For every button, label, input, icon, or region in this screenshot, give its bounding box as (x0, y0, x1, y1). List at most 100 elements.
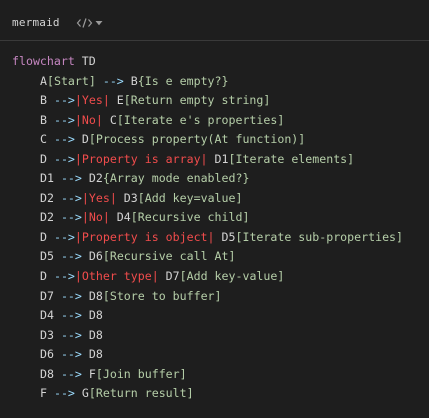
arrow-token: --> (53, 93, 75, 108)
chevron-down-icon[interactable] (95, 20, 103, 26)
arrow-token: --> (60, 327, 82, 342)
node-id-token: D5 (40, 249, 61, 264)
node-id-token: B (130, 73, 138, 88)
arrow-token: --> (60, 288, 82, 303)
node-id-token: D8 (81, 288, 103, 303)
node-id-token: F (40, 386, 54, 401)
code-block-panel: mermaid flowchart TD A[Start] --> B{Is e … (0, 0, 429, 418)
node-id-token: D8 (81, 308, 103, 323)
header-divider (0, 40, 429, 41)
node-id-token: F (81, 366, 96, 381)
node-id-token: D8 (40, 366, 61, 381)
code-line: F --> G[Return result] (12, 384, 403, 404)
node-id-token: D5 (214, 229, 236, 244)
node-id-token: D7 (158, 269, 180, 284)
code-line: D2 -->|No| D4[Recursive child] (12, 208, 403, 228)
node-id-token: D7 (40, 288, 61, 303)
arrow-token: --> (53, 229, 75, 244)
keyword-token: flowchart (12, 54, 75, 68)
node-text-token: [Iterate e's properties] (116, 112, 285, 127)
arrow-token: --> (53, 269, 75, 284)
arrow-token: --> (95, 73, 131, 88)
code-brackets-icon (76, 17, 93, 29)
arrow-token: --> (60, 210, 82, 225)
node-id-token: B (40, 93, 54, 108)
node-id-token: D8 (81, 347, 103, 362)
arrow-token: --> (60, 366, 82, 381)
node-id-token: G (74, 386, 89, 401)
code-view-toggle[interactable] (76, 14, 110, 32)
node-id-token: D1 (40, 171, 61, 186)
node-text-token: [Return result] (88, 386, 194, 401)
node-id-token: D (40, 269, 54, 284)
node-id-token: D (74, 132, 89, 147)
edge-label-token: |Yes| (74, 93, 110, 108)
arrow-token: --> (53, 151, 75, 166)
code-line: D7 --> D8[Store to buffer] (12, 287, 403, 307)
node-id-token: E (109, 93, 124, 108)
node-text-token: [Start] (46, 73, 96, 88)
node-id-token: D4 (40, 308, 61, 323)
code-line: D -->|Property is object| D5[Iterate sub… (12, 228, 403, 248)
language-label: mermaid (12, 16, 60, 29)
node-id-token: D8 (81, 327, 103, 342)
code-line: flowchart TD (12, 52, 403, 72)
node-id-token: A (40, 73, 47, 88)
node-text-token: [Return empty string] (123, 93, 271, 108)
node-id-token: D4 (109, 210, 131, 225)
edge-label-token: |No| (81, 210, 110, 225)
code-line: D5 --> D6[Recursive call At] (12, 247, 403, 267)
node-id-token: B (40, 112, 54, 127)
arrow-token: --> (60, 190, 82, 205)
code-line: D -->|Property is array| D1[Iterate elem… (12, 150, 403, 170)
node-text-token: [Process property(At function)] (88, 132, 306, 147)
code-line: B -->|No| C[Iterate e's properties] (12, 111, 403, 131)
node-id-token: TD (74, 54, 96, 68)
code-line: D8 --> F[Join buffer] (12, 365, 403, 385)
code-line: D6 --> D8 (12, 345, 403, 365)
node-id-token: C (102, 112, 117, 127)
node-text-token: {Array mode enabled?} (102, 171, 250, 186)
node-id-token: D (40, 151, 54, 166)
node-id-token: D2 (40, 210, 61, 225)
node-id-token: D2 (81, 171, 103, 186)
node-text-token: [Join buffer] (95, 366, 187, 381)
code-line: D -->|Other type| D7[Add key-value] (12, 267, 403, 287)
node-id-token: D3 (116, 190, 138, 205)
code-line: D4 --> D8 (12, 306, 403, 326)
arrow-token: --> (60, 347, 82, 362)
node-text-token: [Iterate elements] (228, 151, 355, 166)
code-line: C --> D[Process property(At function)] (12, 130, 403, 150)
node-text-token: {Is e empty?} (137, 73, 229, 88)
node-text-token: [Store to buffer] (102, 288, 222, 303)
node-text-token: [Add key=value] (137, 190, 243, 205)
node-id-token: D3 (40, 327, 61, 342)
code-content[interactable]: flowchart TD A[Start] --> B{Is e empty?} B… (12, 52, 403, 404)
edge-label-token: |Other type| (74, 269, 159, 284)
edge-label-token: |Property is array| (74, 151, 208, 166)
edge-label-token: |Property is object| (74, 229, 215, 244)
node-id-token: C (40, 132, 54, 147)
code-line: D1 --> D2{Array mode enabled?} (12, 169, 403, 189)
node-id-token: D6 (81, 249, 103, 264)
code-line: D2 -->|Yes| D3[Add key=value] (12, 189, 403, 209)
arrow-token: --> (53, 112, 75, 127)
arrow-token: --> (60, 171, 82, 186)
node-id-token: D (40, 229, 54, 244)
node-text-token: [Iterate sub-properties] (235, 229, 404, 244)
node-text-token: [Recursive child] (130, 210, 250, 225)
node-id-token: D6 (40, 347, 61, 362)
code-line: D3 --> D8 (12, 326, 403, 346)
arrow-token: --> (60, 249, 82, 264)
node-id-token: D1 (207, 151, 229, 166)
arrow-token: --> (60, 308, 82, 323)
code-line: B -->|Yes| E[Return empty string] (12, 91, 403, 111)
edge-label-token: |No| (74, 112, 103, 127)
node-text-token: [Recursive call At] (102, 249, 236, 264)
edge-label-token: |Yes| (81, 190, 117, 205)
code-block-header: mermaid (0, 0, 429, 39)
code-line: A[Start] --> B{Is e empty?} (12, 72, 403, 92)
arrow-token: --> (53, 386, 75, 401)
arrow-token: --> (53, 132, 75, 147)
node-id-token: D2 (40, 190, 61, 205)
